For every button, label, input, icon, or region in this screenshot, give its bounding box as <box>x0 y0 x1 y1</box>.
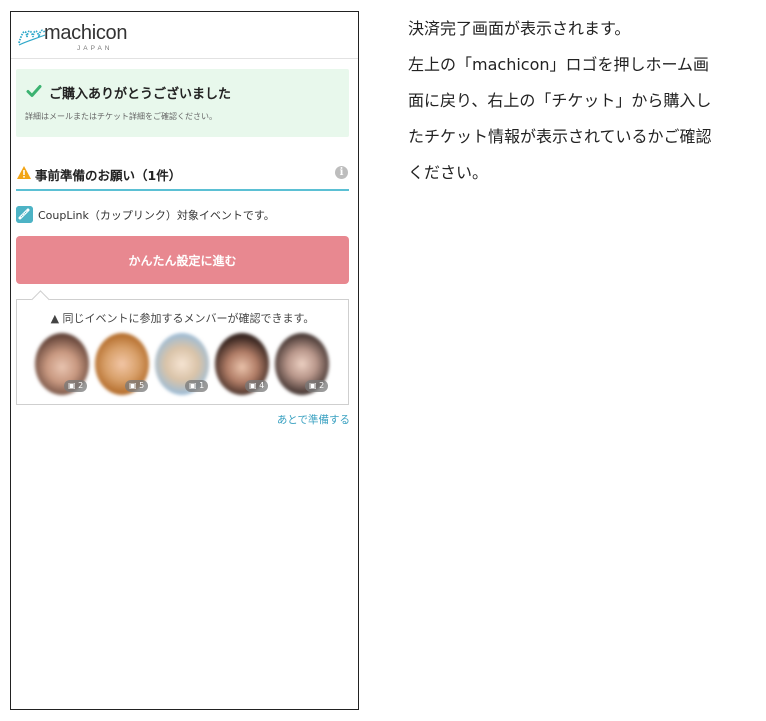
machicon-logo[interactable]: machicon JAPAN <box>17 21 129 53</box>
check-icon <box>26 85 42 97</box>
camera-icon: ▣ <box>249 381 257 390</box>
instruction-line: 左上の「machicon」ロゴを押しホーム画 <box>408 55 710 74</box>
instruction-text: 決済完了画面が表示されます。 左上の「machicon」ロゴを押しホーム画 面に… <box>408 11 758 191</box>
preparation-header: 事前準備のお願い（1件） i <box>16 163 349 191</box>
photo-count: 2 <box>78 381 84 390</box>
instruction-line: ください。 <box>408 163 489 182</box>
preparation-title: 事前準備のお願い（1件） <box>35 168 182 183</box>
prepare-later-link[interactable]: あとで準備する <box>277 412 350 427</box>
photo-count-badge: ▣ 4 <box>245 380 269 392</box>
panel-pointer <box>31 290 50 309</box>
photo-count: 2 <box>319 381 325 390</box>
couplink-icon <box>16 206 33 223</box>
logo-subtext: JAPAN <box>77 45 113 52</box>
photo-count: 5 <box>139 381 145 390</box>
photo-count-badge: ▣ 5 <box>125 380 149 392</box>
member-avatars: ▣ 2 ▣ 5 ▣ 1 ▣ 4 ▣ 2 <box>35 333 335 397</box>
members-panel: ▲ 同じイベントに参加するメンバーが確認できます。 ▣ 2 ▣ 5 ▣ 1 ▣ … <box>16 290 349 405</box>
photo-count-badge: ▣ 1 <box>185 380 209 392</box>
info-icon[interactable]: i <box>335 166 348 179</box>
photo-count-badge: ▣ 2 <box>305 380 329 392</box>
machicon-logo-icon <box>18 29 46 46</box>
phone-screen: machicon JAPAN ご購入ありがとうございました 詳細はメールまたはチ… <box>10 11 359 710</box>
camera-icon: ▣ <box>309 381 317 390</box>
photo-count-badge: ▣ 2 <box>64 380 88 392</box>
camera-icon: ▣ <box>129 381 137 390</box>
success-subtitle: 詳細はメールまたはチケット詳細をご確認ください。 <box>25 112 217 121</box>
camera-icon: ▣ <box>189 381 197 390</box>
camera-icon: ▣ <box>68 381 76 390</box>
success-title: ご購入ありがとうございました <box>49 87 232 102</box>
purchase-success-banner: ご購入ありがとうございました 詳細はメールまたはチケット詳細をご確認ください。 <box>16 69 349 137</box>
couplink-text: CoupLink（カップリンク）対象イベントです。 <box>38 209 275 222</box>
photo-count: 1 <box>199 381 205 390</box>
instruction-line: 決済完了画面が表示されます。 <box>408 19 631 38</box>
app-header: machicon JAPAN <box>11 12 358 59</box>
members-title: ▲ 同じイベントに参加するメンバーが確認できます。 <box>50 312 315 325</box>
instruction-line: 面に戻り、右上の「チケット」から購入し <box>408 91 712 110</box>
instruction-line: たチケット情報が表示されているかご確認 <box>408 127 712 146</box>
warning-icon <box>17 166 31 179</box>
photo-count: 4 <box>259 381 265 390</box>
couplink-notice: CoupLink（カップリンク）対象イベントです。 <box>16 205 349 225</box>
easy-setup-button[interactable]: かんたん設定に進む <box>16 236 349 284</box>
logo-text: machicon <box>44 22 128 44</box>
